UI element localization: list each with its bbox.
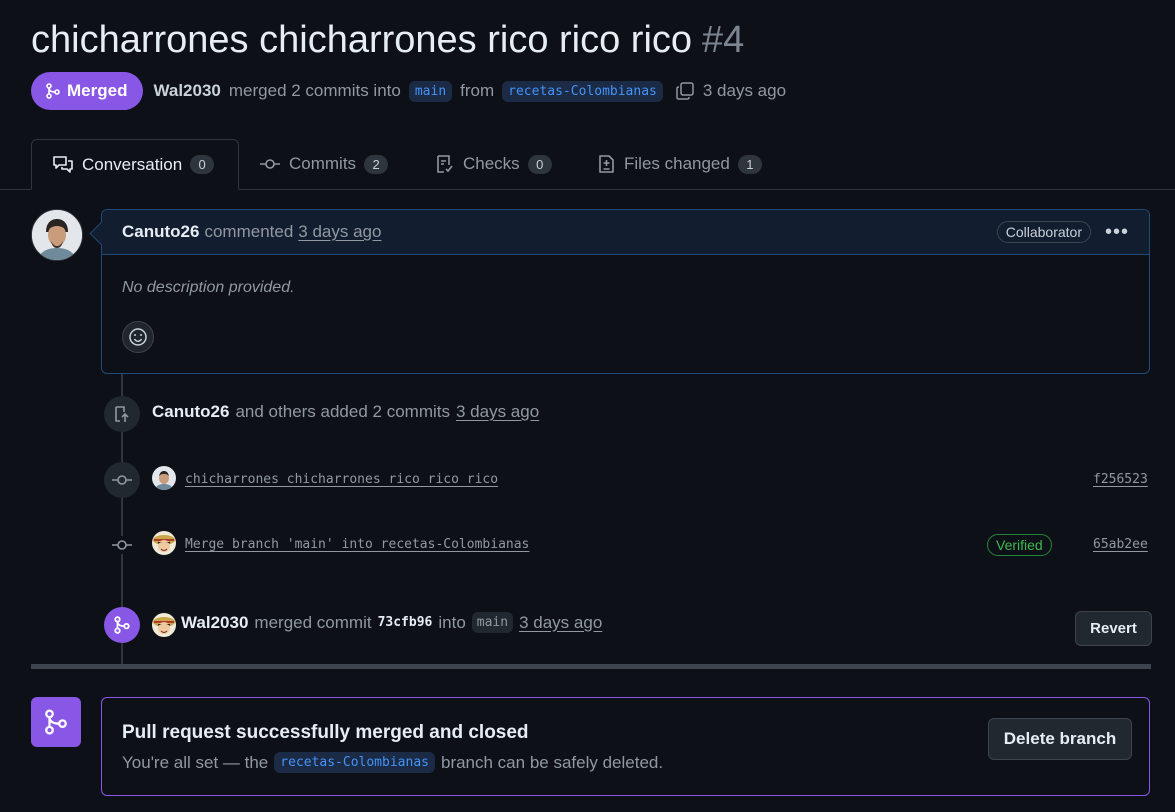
merged-status-box: Pull request successfully merged and clo…: [101, 697, 1150, 796]
merged-status-title: Pull request successfully merged and clo…: [122, 722, 529, 743]
commit-message-link[interactable]: Merge branch 'main' into recetas-Colombi…: [185, 537, 529, 552]
merge-icon: [104, 607, 140, 643]
add-reaction-button[interactable]: [122, 321, 154, 353]
commit-author-avatar[interactable]: [152, 531, 176, 555]
tab-checks-count: 0: [527, 154, 552, 174]
base-branch-label[interactable]: main: [408, 80, 453, 102]
repo-push-icon: [104, 396, 140, 432]
commit-sha-link[interactable]: 65ab2ee: [1093, 537, 1148, 552]
verified-badge[interactable]: Verified: [987, 534, 1052, 556]
comment-author-link[interactable]: Canuto26: [122, 222, 199, 242]
tab-conversation-label: Conversation: [82, 154, 183, 174]
copy-icon[interactable]: [675, 81, 695, 101]
added-commits-time[interactable]: 3 days ago: [456, 402, 539, 422]
tab-commits[interactable]: Commits 2: [239, 139, 408, 189]
merged-into-text: into: [438, 612, 466, 632]
checklist-icon: [437, 155, 453, 173]
deletable-branch-label[interactable]: recetas-Colombianas: [274, 752, 435, 773]
pr-number: #4: [702, 19, 745, 61]
avatar[interactable]: [31, 209, 83, 261]
head-branch-label[interactable]: recetas-Colombianas: [502, 80, 663, 102]
commit-node-icon: [104, 462, 140, 498]
comment-header: Canuto26 commented 3 days ago Collaborat…: [102, 210, 1149, 255]
pr-tabs: Conversation 0 Commits 2 Checks 0 Files …: [0, 139, 1175, 190]
tab-files-label: Files changed: [624, 154, 730, 173]
file-diff-icon: [599, 155, 614, 173]
merge-commit-sha[interactable]: 73cfb96: [378, 615, 433, 630]
comment-time-link[interactable]: 3 days ago: [298, 222, 381, 242]
comment-verb: commented: [204, 222, 294, 241]
comment-body: No description provided.: [122, 279, 295, 296]
merged-time[interactable]: 3 days ago: [519, 613, 602, 633]
collaborator-badge: Collaborator: [996, 221, 1091, 243]
comment-box: Canuto26 commented 3 days ago Collaborat…: [89, 209, 1150, 374]
tab-checks-label: Checks: [463, 154, 520, 173]
commit-author-avatar[interactable]: [152, 466, 176, 490]
merged-status-text-before: You're all set — the: [122, 752, 269, 772]
added-commits-user[interactable]: Canuto26: [152, 402, 229, 422]
merge-target-branch[interactable]: main: [471, 612, 514, 633]
merge-status-icon: [31, 697, 81, 747]
pr-title-text: chicharrones chicharrones rico rico rico: [31, 19, 693, 61]
tab-conversation-count: 0: [190, 155, 215, 174]
merged-state-badge: Merged: [31, 72, 144, 110]
meta-action-text: merged 2 commits into: [228, 81, 401, 100]
tab-conversation[interactable]: Conversation 0: [31, 139, 239, 190]
merged-event: Wal2030 merged commit 73cfb96 into main …: [181, 612, 602, 633]
tab-files-changed[interactable]: Files changed 1: [576, 139, 782, 189]
conversation-icon: [53, 155, 73, 173]
merged-status-text-after: branch can be safely deleted.: [440, 752, 664, 772]
revert-button[interactable]: Revert: [1075, 611, 1152, 646]
merged-user[interactable]: Wal2030: [181, 613, 248, 633]
tab-commits-count: 2: [364, 154, 389, 174]
state-label: Merged: [67, 81, 128, 100]
merged-text: merged commit: [254, 612, 372, 632]
pr-meta: Merged Wal2030 merged 2 commits into mai…: [31, 72, 786, 110]
merged-status-text: You're all set — the recetas-Colombianas…: [122, 752, 663, 773]
smiley-icon: [129, 328, 147, 346]
kebab-menu-icon[interactable]: •••: [1105, 221, 1129, 244]
tab-files-count: 1: [737, 154, 762, 174]
meta-time: 3 days ago: [702, 81, 787, 100]
commit-message-link[interactable]: chicharrones chicharrones rico rico rico: [185, 472, 498, 487]
commit-node-icon: [104, 536, 140, 554]
delete-branch-button[interactable]: Delete branch: [988, 718, 1132, 760]
commit-sha-link[interactable]: f256523: [1093, 472, 1148, 487]
tab-commits-label: Commits: [289, 154, 357, 173]
tab-checks[interactable]: Checks 0: [415, 139, 572, 189]
pr-title: chicharrones chicharrones rico rico rico…: [31, 16, 744, 64]
meta-from-text: from: [460, 81, 495, 100]
merger-avatar[interactable]: [152, 613, 176, 637]
added-commits-event: Canuto26 and others added 2 commits 3 da…: [152, 402, 539, 422]
added-commits-text: and others added 2 commits: [235, 402, 450, 421]
pr-author-link[interactable]: Wal2030: [153, 81, 220, 101]
merge-icon: [46, 83, 60, 99]
commit-icon: [260, 159, 280, 169]
timeline-divider: [31, 664, 1151, 669]
